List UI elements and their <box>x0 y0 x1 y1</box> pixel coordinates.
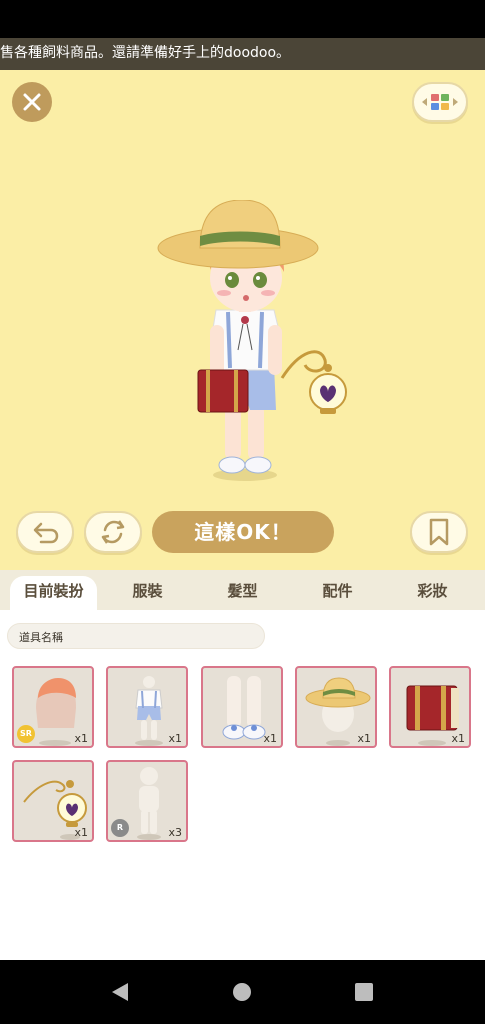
item-quantity: x1 <box>357 732 371 745</box>
system-nav-bar <box>0 960 485 1024</box>
item-panel: 道具名稱 SR x1 x1 x1 x1 x1 x1 R x3 <box>0 610 485 960</box>
back-icon[interactable] <box>108 980 132 1004</box>
grid-arrows-icon <box>422 94 458 110</box>
rarity-badge-sr: SR <box>17 725 35 743</box>
undo-icon <box>33 522 59 544</box>
avatar-character <box>157 200 347 481</box>
layout-toggle-button[interactable] <box>412 82 468 122</box>
item-quantity: x1 <box>74 732 88 745</box>
item-outfit[interactable]: x1 <box>106 666 188 748</box>
item-quantity: x3 <box>168 826 182 839</box>
item-quantity: x1 <box>451 732 465 745</box>
rotate-icon <box>101 520 125 544</box>
close-icon <box>23 93 41 111</box>
rotate-button[interactable] <box>84 511 142 553</box>
bookmark-icon <box>429 518 449 546</box>
rarity-badge-r: R <box>111 819 129 837</box>
home-icon[interactable] <box>230 980 254 1004</box>
tab-makeup[interactable]: 彩妝 <box>395 576 470 610</box>
status-bar <box>0 0 485 38</box>
item-quantity: x1 <box>168 732 182 745</box>
item-hair[interactable]: SR x1 <box>12 666 94 748</box>
ticker-text: 售各種飼料商品。還請準備好手上的doodoo。 <box>0 45 291 61</box>
item-shoes[interactable]: x1 <box>201 666 283 748</box>
item-body[interactable]: R x3 <box>106 760 188 842</box>
tab-clothing[interactable]: 服裝 <box>110 576 185 610</box>
search-placeholder: 道具名稱 <box>19 631 63 644</box>
item-straw-hat[interactable]: x1 <box>295 666 377 748</box>
dressing-stage: 這樣OK！ <box>0 70 485 570</box>
close-button[interactable] <box>12 82 52 122</box>
item-book[interactable]: x1 <box>389 666 471 748</box>
tab-hairstyle[interactable]: 髮型 <box>205 576 280 610</box>
item-name-search[interactable]: 道具名稱 <box>7 623 265 649</box>
undo-button[interactable] <box>16 511 74 553</box>
recents-icon[interactable] <box>352 980 376 1004</box>
item-quantity: x1 <box>74 826 88 839</box>
item-quantity: x1 <box>263 732 277 745</box>
news-ticker: 售各種飼料商品。還請準備好手上的doodoo。 <box>0 38 485 70</box>
tab-accessories[interactable]: 配件 <box>300 576 375 610</box>
item-lantern[interactable]: x1 <box>12 760 94 842</box>
tab-current-outfit[interactable]: 目前裝扮 <box>10 576 97 610</box>
bookmark-button[interactable] <box>410 511 468 553</box>
confirm-ok-button[interactable]: 這樣OK！ <box>152 511 334 553</box>
category-tabs: 目前裝扮 服裝 髮型 配件 彩妝 <box>0 570 485 610</box>
